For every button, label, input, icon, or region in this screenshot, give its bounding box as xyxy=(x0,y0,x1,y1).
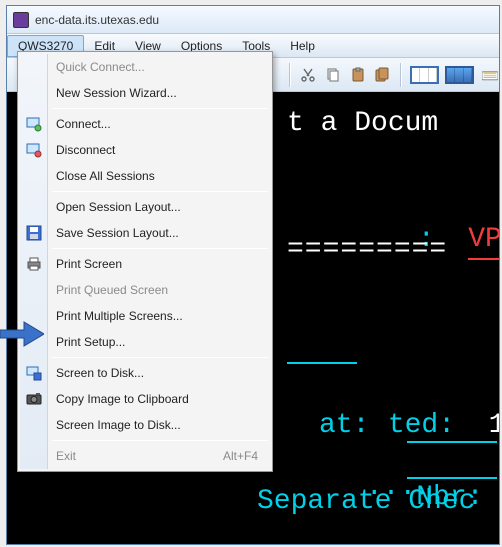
menu-help[interactable]: Help xyxy=(280,34,325,57)
menu-item-label: Print Queued Screen xyxy=(56,283,168,297)
menu-item-label: Quick Connect... xyxy=(56,60,145,74)
menu-print-setup[interactable]: Print Setup... xyxy=(20,329,270,355)
terminal-field-underline xyxy=(407,477,497,479)
copy-icon[interactable] xyxy=(324,64,343,86)
menu-item-label: Print Screen xyxy=(56,257,122,271)
terminal-text: ========= xyxy=(287,232,447,268)
menu-screen-image-to-disk[interactable]: Screen Image to Disk... xyxy=(20,412,270,438)
menu-item-label: Screen Image to Disk... xyxy=(56,418,181,432)
menu-connect[interactable]: Connect... xyxy=(20,111,270,137)
menu-print-queued-screen[interactable]: Print Queued Screen xyxy=(20,277,270,303)
keypad-blue-icon[interactable] xyxy=(445,66,474,84)
menu-item-label: Exit xyxy=(56,449,76,463)
terminal-text: t a Docum xyxy=(287,106,438,142)
app-icon xyxy=(13,12,29,28)
terminal-field-underline xyxy=(287,362,357,364)
title-bar: enc-data.its.utexas.edu xyxy=(7,6,499,34)
printer-icon xyxy=(26,256,42,272)
keypad-white-icon[interactable] xyxy=(410,66,439,84)
menu-print-screen[interactable]: Print Screen xyxy=(20,251,270,277)
menu-item-label: Screen to Disk... xyxy=(56,366,144,380)
menu-quick-connect[interactable]: Quick Connect... xyxy=(20,54,270,80)
dropdown-separator xyxy=(52,108,268,109)
cut-icon[interactable] xyxy=(299,64,318,86)
toolbar-separator xyxy=(400,63,402,87)
paste-icon[interactable] xyxy=(348,64,367,86)
menu-exit[interactable]: Exit Alt+F4 xyxy=(20,443,270,469)
menu-disconnect[interactable]: Disconnect xyxy=(20,137,270,163)
save-icon xyxy=(26,225,42,241)
dropdown-separator xyxy=(52,191,268,192)
dropdown-separator xyxy=(52,357,268,358)
callout-arrow-icon xyxy=(0,320,44,348)
menu-item-label: Close All Sessions xyxy=(56,169,155,183)
terminal-text: Separate Chec xyxy=(257,484,475,520)
menu-copy-image-clipboard[interactable]: Copy Image to Clipboard xyxy=(20,386,270,412)
dropdown-separator xyxy=(52,440,268,441)
paste-stack-icon[interactable] xyxy=(373,64,392,86)
connect-icon xyxy=(26,116,42,132)
menu-item-label: Copy Image to Clipboard xyxy=(56,392,189,406)
camera-icon xyxy=(26,391,42,407)
menu-item-label: Connect... xyxy=(56,117,111,131)
menu-open-session-layout[interactable]: Open Session Layout... xyxy=(20,194,270,220)
menu-item-label: Disconnect xyxy=(56,143,115,157)
menu-item-label: Save Session Layout... xyxy=(56,226,179,240)
window-title: enc-data.its.utexas.edu xyxy=(35,13,159,27)
menu-item-shortcut: Alt+F4 xyxy=(223,449,270,463)
menu-item-label: Open Session Layout... xyxy=(56,200,181,214)
menu-print-multiple-screens[interactable]: Print Multiple Screens... xyxy=(20,303,270,329)
menu-item-label: New Session Wizard... xyxy=(56,86,177,100)
terminal-field-underline xyxy=(407,441,497,443)
menu-new-session-wizard[interactable]: New Session Wizard... xyxy=(20,80,270,106)
keyboard-icon[interactable] xyxy=(480,64,499,86)
menu-screen-to-disk[interactable]: Screen to Disk... xyxy=(20,360,270,386)
disconnect-icon xyxy=(26,142,42,158)
menu-item-label: Print Setup... xyxy=(56,335,125,349)
terminal-text: at: xyxy=(319,408,369,444)
menu-save-session-layout[interactable]: Save Session Layout... xyxy=(20,220,270,246)
toolbar-separator xyxy=(289,63,291,87)
menu-close-all-sessions[interactable]: Close All Sessions xyxy=(20,163,270,189)
menu-item-label: Print Multiple Screens... xyxy=(56,309,183,323)
dropdown-separator xyxy=(52,248,268,249)
screen-disk-icon xyxy=(26,365,42,381)
qws3270-dropdown: Quick Connect... New Session Wizard... C… xyxy=(17,51,273,472)
